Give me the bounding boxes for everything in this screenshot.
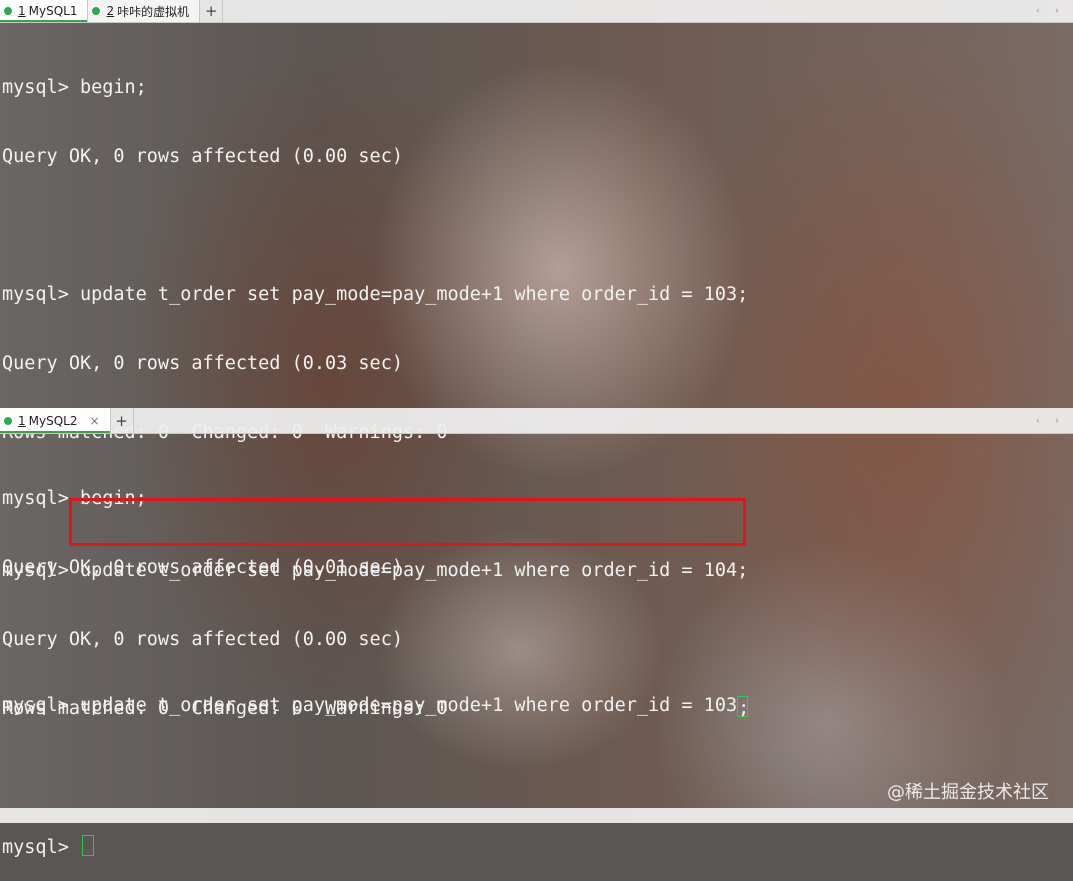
tab-label: 咔咔的虚拟机 — [117, 4, 190, 19]
watermark: @稀土掘金技术社区 — [887, 782, 1049, 803]
tab-mysql1[interactable]: 1 MySQL1 — [0, 0, 89, 22]
pending-command: update t_order set pay_mode=pay_mode+1 w… — [79, 695, 738, 716]
cursor-icon: ; — [737, 696, 750, 719]
terminal-line: mysql> update t_order set pay_mode=pay_m… — [2, 284, 749, 305]
terminal-line: mysql> begin; — [2, 77, 147, 98]
tab-number: 1 — [18, 4, 26, 18]
add-tab-button[interactable]: + — [200, 0, 224, 22]
close-tab-icon[interactable]: × — [89, 414, 99, 428]
status-bar — [0, 808, 1073, 823]
tab-number: 2 — [106, 4, 115, 18]
highlight-box — [69, 498, 746, 546]
terminal-line: Query OK, 0 rows affected (0.03 sec) — [2, 353, 403, 374]
bottom-tab-bar: 1 MySQL2 × + ‹ › — [0, 408, 1073, 434]
bottom-terminal[interactable]: mysql> begin; Query OK, 0 rows affected … — [0, 441, 1073, 740]
top-tab-bar: 1 MySQL1 2 咔咔的虚拟机 + ‹ › — [0, 0, 1073, 23]
terminal-prompt-line[interactable]: mysql> — [0, 835, 1073, 858]
tab-number: 1 — [18, 413, 26, 428]
tab-vm[interactable]: 2 咔咔的虚拟机 — [88, 0, 201, 22]
prompt: mysql> — [2, 837, 80, 858]
tab-mysql2[interactable]: 1 MySQL2 × — [0, 408, 111, 433]
terminal-line: Query OK, 0 rows affected (0.00 sec) — [2, 146, 403, 167]
cursor-icon — [81, 835, 94, 856]
terminal-line: Query OK, 0 rows affected (0.01 sec) — [2, 557, 403, 578]
terminal-prompt-line[interactable]: mysql> update t_order set pay_mode=pay_m… — [0, 694, 1073, 719]
connection-status-icon — [92, 7, 101, 15]
connection-status-icon — [4, 416, 12, 425]
tab-scroll-arrows-icon[interactable]: ‹ › — [1036, 6, 1065, 17]
tab-scroll-arrows-icon[interactable]: ‹ › — [1036, 415, 1065, 426]
connection-status-icon — [4, 7, 12, 15]
tab-label: MySQL1 — [28, 4, 78, 18]
tab-label: MySQL2 — [28, 413, 78, 428]
prompt: mysql> — [2, 695, 80, 716]
add-tab-button[interactable]: + — [111, 408, 134, 433]
pending-command-tail: ; — [738, 698, 750, 719]
